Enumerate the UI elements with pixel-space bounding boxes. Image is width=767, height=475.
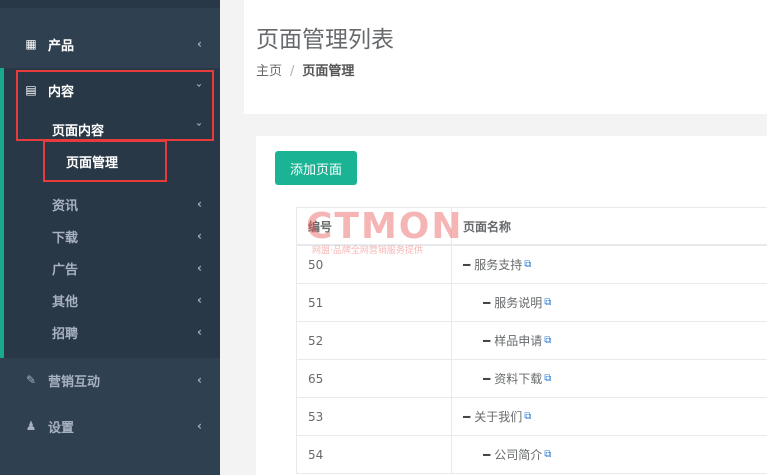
- page-name-label: 服务支持: [474, 258, 523, 272]
- sidebar-item-label: 页面内容: [52, 123, 105, 139]
- sidebar-item-label: 广告: [52, 262, 79, 278]
- external-link-icon[interactable]: ⧉: [544, 335, 551, 346]
- tree-dash-icon: ━: [483, 371, 491, 386]
- sidebar-item-label: 资讯: [52, 198, 79, 214]
- chevron-left-icon: ‹: [197, 419, 202, 433]
- chevron-down-icon: ˇ: [196, 122, 202, 136]
- page-name-label: 公司简介: [494, 448, 543, 462]
- page-header: [244, 0, 767, 114]
- table-row: 53 ━ 关于我们 ⧉: [297, 398, 767, 436]
- sidebar-item-label: 设置: [48, 420, 75, 436]
- external-link-icon[interactable]: ⧉: [544, 297, 551, 308]
- user-plus-icon: ♟: [25, 419, 37, 433]
- edit-icon: ✎: [25, 373, 37, 387]
- sidebar-item-settings[interactable]: ♟ 设置 ‹: [0, 406, 220, 446]
- sidebar-item-jobs[interactable]: 招聘 ‹: [0, 317, 220, 347]
- tree-dash-icon: ━: [483, 447, 491, 462]
- cell-name: ━ 服务说明 ⧉: [452, 284, 767, 321]
- sidebar-item-other[interactable]: 其他 ‹: [0, 285, 220, 315]
- chevron-left-icon: ‹: [197, 197, 202, 211]
- chevron-left-icon: ‹: [197, 229, 202, 243]
- table-row: 52 ━ 样品申请 ⧉: [297, 322, 767, 360]
- page-name-label: 关于我们: [474, 410, 523, 424]
- cell-name: ━ 资料下载 ⧉: [452, 360, 767, 397]
- external-link-icon[interactable]: ⧉: [524, 259, 531, 270]
- table-row: 65 ━ 资料下载 ⧉: [297, 360, 767, 398]
- external-link-icon[interactable]: ⧉: [524, 411, 531, 422]
- sidebar: ▦ 产品 ‹ ▤ 内容 ˇ 页面内容 ˇ 页面管理 资讯 ‹ 下载 ‹ 广告 ‹…: [0, 0, 220, 475]
- tree-dash-icon: ━: [463, 257, 471, 272]
- page-name-label: 服务说明: [494, 296, 543, 310]
- sidebar-item-label: 营销互动: [48, 374, 101, 390]
- table-row: 54 ━ 公司简介 ⧉: [297, 436, 767, 474]
- sidebar-item-page-manage[interactable]: 页面管理: [0, 146, 220, 176]
- sidebar-top-strip: [0, 0, 220, 8]
- pages-table: 编号 页面名称 50 ━ 服务支持 ⧉ 51 ━ 服务说明 ⧉ 52 ━ 样品申请 ⧉ 65 ━ 资料下载 ⧉…: [296, 207, 767, 474]
- add-page-button[interactable]: 添加页面: [275, 151, 357, 185]
- cell-id: 53: [297, 398, 452, 435]
- column-header-id: 编号: [297, 208, 452, 244]
- sidebar-item-marketing[interactable]: ✎ 营销互动 ‹: [0, 360, 220, 400]
- sidebar-item-label: 产品: [48, 38, 75, 54]
- cell-id: 50: [297, 246, 452, 283]
- cell-id: 54: [297, 436, 452, 473]
- external-link-icon[interactable]: ⧉: [544, 373, 551, 384]
- breadcrumb: 主页 / 页面管理: [256, 60, 354, 79]
- breadcrumb-home[interactable]: 主页: [256, 64, 282, 79]
- sidebar-item-label: 其他: [52, 294, 79, 310]
- breadcrumb-current: 页面管理: [302, 64, 355, 79]
- tree-dash-icon: ━: [483, 333, 491, 348]
- cell-name: ━ 公司简介 ⧉: [452, 436, 767, 473]
- sidebar-item-page-content[interactable]: 页面内容 ˇ: [0, 114, 220, 144]
- sidebar-item-label: 页面管理: [66, 155, 119, 171]
- tree-dash-icon: ━: [463, 409, 471, 424]
- sidebar-item-news[interactable]: 资讯 ‹: [0, 189, 220, 219]
- page-title: 页面管理列表: [256, 27, 394, 53]
- grid-icon: ▦: [25, 37, 37, 51]
- page-name-label: 样品申请: [494, 334, 543, 348]
- page-name-label: 资料下载: [494, 372, 543, 386]
- cell-name: ━ 样品申请 ⧉: [452, 322, 767, 359]
- chevron-left-icon: ‹: [197, 293, 202, 307]
- table-row: 50 ━ 服务支持 ⧉: [297, 246, 767, 284]
- chevron-left-icon: ‹: [197, 373, 202, 387]
- sidebar-item-label: 招聘: [52, 326, 79, 342]
- table-header-row: 编号 页面名称: [297, 208, 767, 246]
- cell-id: 51: [297, 284, 452, 321]
- sidebar-item-download[interactable]: 下载 ‹: [0, 221, 220, 251]
- chevron-left-icon: ‹: [197, 261, 202, 275]
- external-link-icon[interactable]: ⧉: [544, 449, 551, 460]
- breadcrumb-separator: /: [290, 64, 295, 79]
- table-row: 51 ━ 服务说明 ⧉: [297, 284, 767, 322]
- document-icon: ▤: [25, 83, 37, 97]
- sidebar-item-ads[interactable]: 广告 ‹: [0, 253, 220, 283]
- column-header-name: 页面名称: [463, 219, 512, 234]
- tree-dash-icon: ━: [483, 295, 491, 310]
- cell-name: ━ 服务支持 ⧉: [452, 246, 767, 283]
- cell-name: ━ 关于我们 ⧉: [452, 398, 767, 435]
- chevron-left-icon: ‹: [197, 325, 202, 339]
- sidebar-item-products[interactable]: ▦ 产品 ‹: [0, 24, 220, 64]
- sidebar-item-label: 下载: [52, 230, 79, 246]
- cell-id: 65: [297, 360, 452, 397]
- chevron-down-icon: ˇ: [196, 83, 202, 97]
- sidebar-item-label: 内容: [48, 84, 75, 100]
- chevron-left-icon: ‹: [197, 37, 202, 51]
- cell-id: 52: [297, 322, 452, 359]
- sidebar-item-content[interactable]: ▤ 内容 ˇ: [0, 70, 220, 110]
